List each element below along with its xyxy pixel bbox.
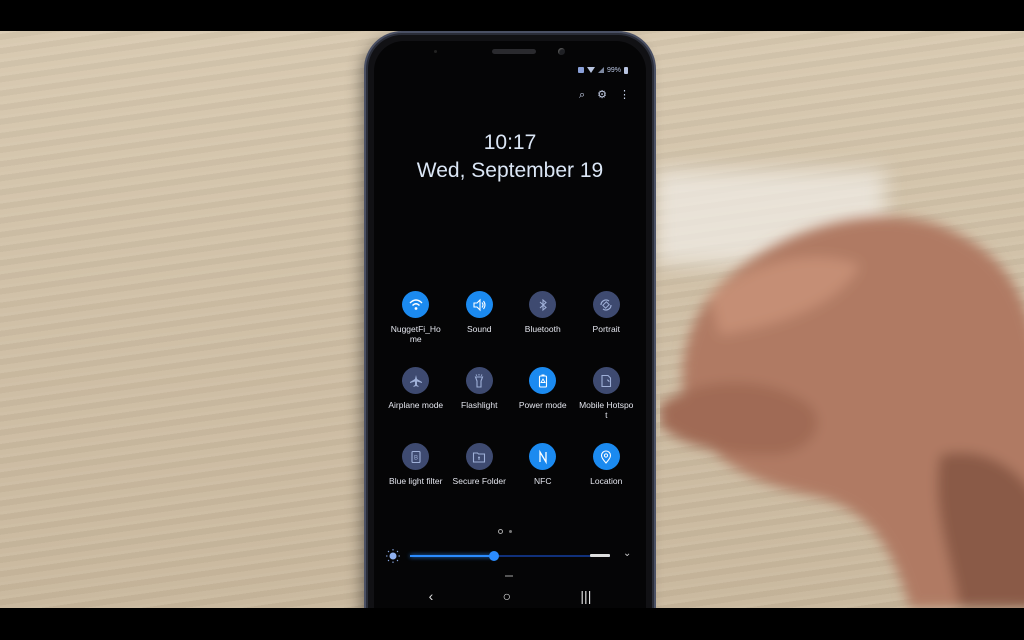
tile-label: Flashlight xyxy=(461,400,498,410)
earpiece-speaker xyxy=(492,49,536,54)
blue-light-icon: B xyxy=(402,443,430,470)
tile-blue-light-filter[interactable]: B Blue light filter xyxy=(384,443,448,501)
clock-date[interactable]: Wed, September 19 xyxy=(374,159,646,183)
tile-flashlight[interactable]: Flashlight xyxy=(448,367,512,425)
wifi-icon xyxy=(402,291,430,318)
clock-time: 10:17 xyxy=(483,131,537,154)
battery-percent: 99% xyxy=(606,66,621,74)
brightness-slider[interactable] xyxy=(410,551,610,561)
panel-drag-handle[interactable] xyxy=(505,575,513,577)
page-dot[interactable] xyxy=(509,530,512,533)
tile-portrait[interactable]: Portrait xyxy=(575,291,639,349)
tile-label: NuggetFi_Home xyxy=(390,324,441,344)
search-icon[interactable]: ⌕ xyxy=(579,89,585,101)
tile-nfc[interactable]: NFC xyxy=(511,443,575,501)
tile-sound[interactable]: Sound xyxy=(448,291,512,349)
back-button[interactable]: ‹ xyxy=(429,588,434,604)
tile-label: Power mode xyxy=(518,400,567,410)
navigation-bar: ‹ ○ ||| xyxy=(374,583,646,609)
battery-icon xyxy=(624,66,628,74)
tile-label: Mobile Hotspot xyxy=(579,400,634,420)
hotspot-icon xyxy=(592,367,620,394)
phone: 99% ⌕ ⚙ ⋮ 10:17 Wed, September 19 Nugget… xyxy=(368,35,652,615)
front-camera xyxy=(558,48,565,55)
speaker-icon xyxy=(465,291,493,318)
quick-panel-actions: ⌕ ⚙ ⋮ xyxy=(579,89,630,101)
hand xyxy=(660,216,1024,608)
location-icon xyxy=(592,443,620,470)
letterbox-top xyxy=(0,0,1024,31)
tile-label: NFC xyxy=(534,476,552,486)
chevron-down-icon[interactable]: ⌄ xyxy=(623,548,631,559)
tile-label: Sound xyxy=(466,324,492,334)
home-button[interactable]: ○ xyxy=(503,588,511,604)
bluetooth-icon xyxy=(529,291,557,318)
phone-screen: 99% ⌕ ⚙ ⋮ 10:17 Wed, September 19 Nugget… xyxy=(374,41,646,615)
battery-mode-icon xyxy=(529,367,557,394)
tile-power-mode[interactable]: Power mode xyxy=(511,367,575,425)
tile-label: Portrait xyxy=(592,324,620,334)
page-indicator xyxy=(498,529,512,534)
recents-button[interactable]: ||| xyxy=(580,588,591,604)
nfc-icon xyxy=(529,443,557,470)
tile-airplane-mode[interactable]: Airplane mode xyxy=(384,367,448,425)
brightness-handle[interactable] xyxy=(489,551,499,561)
quick-settings-grid: NuggetFi_Home Sound Bluetooth Portrait A… xyxy=(384,291,638,501)
auto-brightness-marker xyxy=(590,554,610,557)
gear-icon[interactable]: ⚙ xyxy=(597,89,607,101)
wifi-status-icon xyxy=(586,67,595,73)
flashlight-icon xyxy=(465,367,493,394)
more-icon[interactable]: ⋮ xyxy=(619,89,630,101)
tile-location[interactable]: Location xyxy=(575,443,639,501)
rotate-icon xyxy=(592,291,620,318)
signal-icon xyxy=(597,67,604,73)
brightness-control: ⌄ xyxy=(380,546,640,566)
svg-text:B: B xyxy=(414,455,418,461)
tile-label: Secure Folder xyxy=(452,476,506,486)
tile-label: Blue light filter xyxy=(389,476,443,486)
status-bar: 99% xyxy=(577,65,628,75)
sensor xyxy=(434,50,437,53)
tile-label: Airplane mode xyxy=(388,400,444,410)
tile-wifi[interactable]: NuggetFi_Home xyxy=(384,291,448,349)
nfc-status-icon xyxy=(577,67,584,73)
brightness-icon xyxy=(386,549,400,563)
letterbox-bottom xyxy=(0,608,1024,640)
secure-folder-icon xyxy=(465,443,493,470)
tile-bluetooth[interactable]: Bluetooth xyxy=(511,291,575,349)
brightness-fill xyxy=(410,555,494,557)
airplane-icon xyxy=(402,367,430,394)
tile-label: Location xyxy=(590,476,623,486)
tile-mobile-hotspot[interactable]: Mobile Hotspot xyxy=(575,367,639,425)
tile-secure-folder[interactable]: Secure Folder xyxy=(448,443,512,501)
tile-label: Bluetooth xyxy=(524,324,561,334)
page-dot-active[interactable] xyxy=(498,529,503,534)
